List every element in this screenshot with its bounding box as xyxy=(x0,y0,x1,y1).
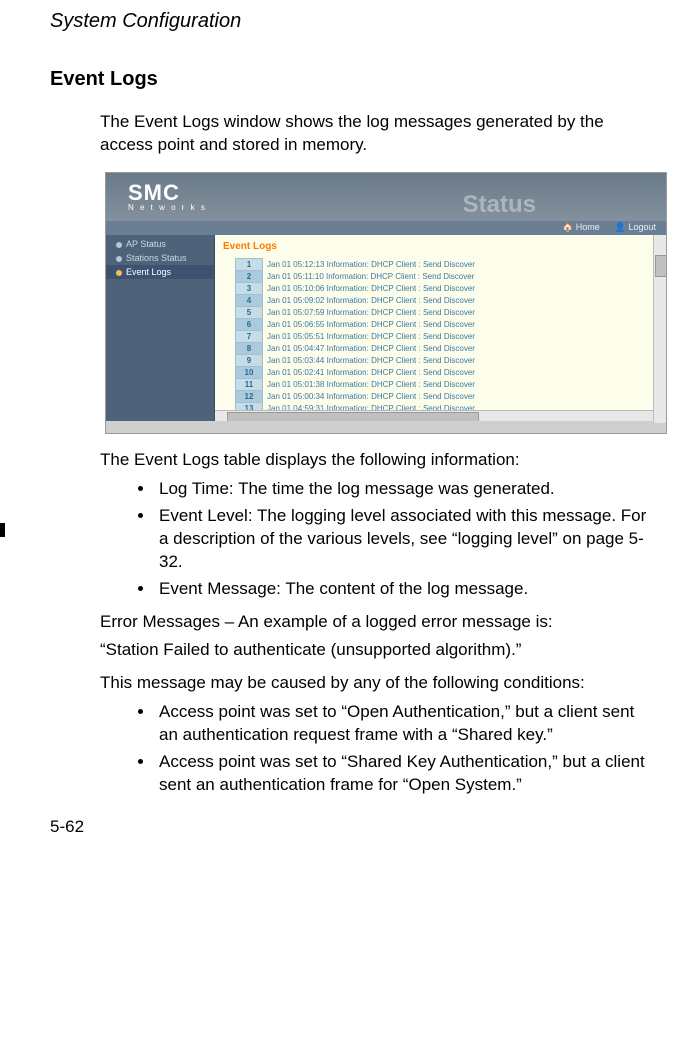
field-list: Log Time: The time the log message was g… xyxy=(50,478,653,601)
event-logs-table: 1Jan 01 05:12:13 Information: DHCP Clien… xyxy=(235,258,480,415)
row-msg: Jan 01 05:09:02 Information: DHCP Client… xyxy=(263,294,480,306)
change-bar xyxy=(0,523,5,537)
running-header: System Configuration xyxy=(50,10,653,33)
table-fields-intro: The Event Logs table displays the follow… xyxy=(100,449,653,472)
row-index: 12 xyxy=(236,390,263,402)
error-intro: Error Messages – An example of a logged … xyxy=(100,611,653,634)
h-scrollbar[interactable] xyxy=(215,410,654,421)
table-row: 11Jan 01 05:01:38 Information: DHCP Clie… xyxy=(236,378,480,390)
sidebar: AP Status Stations Status Event Logs xyxy=(106,235,215,421)
table-row: 4Jan 01 05:09:02 Information: DHCP Clien… xyxy=(236,294,480,306)
table-row: 12Jan 01 05:00:34 Information: DHCP Clie… xyxy=(236,390,480,402)
table-row: 6Jan 01 05:06:55 Information: DHCP Clien… xyxy=(236,318,480,330)
v-scrollbar[interactable] xyxy=(653,235,666,423)
row-msg: Jan 01 05:06:55 Information: DHCP Client… xyxy=(263,318,480,330)
row-msg: Jan 01 05:02:41 Information: DHCP Client… xyxy=(263,366,480,378)
list-item: Access point was set to “Open Authentica… xyxy=(155,701,653,747)
row-index: 6 xyxy=(236,318,263,330)
sidebar-item-event-logs[interactable]: Event Logs xyxy=(106,265,214,279)
logo-main-text: SMC xyxy=(128,183,207,203)
table-row: 2Jan 01 05:11:10 Information: DHCP Clien… xyxy=(236,270,480,282)
row-msg: Jan 01 05:07:59 Information: DHCP Client… xyxy=(263,306,480,318)
h-scrollbar-thumb[interactable] xyxy=(227,412,479,421)
list-item: Event Message: The content of the log me… xyxy=(155,578,653,601)
top-nav-bar: 🏠 Home 👤 Logout xyxy=(106,221,666,235)
list-item: Log Time: The time the log message was g… xyxy=(155,478,653,501)
table-row: 7Jan 01 05:05:51 Information: DHCP Clien… xyxy=(236,330,480,342)
row-msg: Jan 01 05:00:34 Information: DHCP Client… xyxy=(263,390,480,402)
nav-logout-link[interactable]: 👤 Logout xyxy=(615,222,656,233)
section-title: Event Logs xyxy=(50,68,653,91)
row-index: 11 xyxy=(236,378,263,390)
table-row: 9Jan 01 05:03:44 Information: DHCP Clien… xyxy=(236,354,480,366)
bullet-icon xyxy=(116,256,122,262)
table-row: 8Jan 01 05:04:47 Information: DHCP Clien… xyxy=(236,342,480,354)
row-index: 4 xyxy=(236,294,263,306)
list-item: Event Level: The logging level associate… xyxy=(155,505,653,574)
table-row: 3Jan 01 05:10:06 Information: DHCP Clien… xyxy=(236,282,480,294)
row-msg: Jan 01 05:05:51 Information: DHCP Client… xyxy=(263,330,480,342)
row-msg: Jan 01 05:03:44 Information: DHCP Client… xyxy=(263,354,480,366)
nav-home-link[interactable]: 🏠 Home xyxy=(562,222,600,233)
page-number: 5-62 xyxy=(50,817,653,837)
intro-paragraph: The Event Logs window shows the log mess… xyxy=(100,111,653,157)
ap-header: SMC N e t w o r k s Status 🏠 Home 👤 Logo… xyxy=(106,173,666,235)
table-row: 10Jan 01 05:02:41 Information: DHCP Clie… xyxy=(236,366,480,378)
screenshot-figure: SMC N e t w o r k s Status 🏠 Home 👤 Logo… xyxy=(105,172,667,434)
sidebar-item-stations-status[interactable]: Stations Status xyxy=(106,251,214,265)
row-index: 7 xyxy=(236,330,263,342)
row-index: 10 xyxy=(236,366,263,378)
row-index: 1 xyxy=(236,258,263,270)
row-msg: Jan 01 05:01:38 Information: DHCP Client… xyxy=(263,378,480,390)
table-row: 1Jan 01 05:12:13 Information: DHCP Clien… xyxy=(236,258,480,270)
row-index: 3 xyxy=(236,282,263,294)
row-index: 2 xyxy=(236,270,263,282)
row-index: 5 xyxy=(236,306,263,318)
logo-sub-text: N e t w o r k s xyxy=(128,203,207,212)
row-index: 9 xyxy=(236,354,263,366)
table-row: 5Jan 01 05:07:59 Information: DHCP Clien… xyxy=(236,306,480,318)
row-msg: Jan 01 05:11:10 Information: DHCP Client… xyxy=(263,270,480,282)
sidebar-item-ap-status[interactable]: AP Status xyxy=(106,237,214,251)
row-index: 8 xyxy=(236,342,263,354)
row-msg: Jan 01 05:12:13 Information: DHCP Client… xyxy=(263,258,480,270)
row-msg: Jan 01 05:04:47 Information: DHCP Client… xyxy=(263,342,480,354)
bullet-icon xyxy=(116,242,122,248)
header-status-word: Status xyxy=(463,191,536,219)
list-item: Access point was set to “Shared Key Auth… xyxy=(155,751,653,797)
error-example: “Station Failed to authenticate (unsuppo… xyxy=(100,639,653,662)
smc-logo: SMC N e t w o r k s xyxy=(128,183,207,212)
conditions-list: Access point was set to “Open Authentica… xyxy=(50,701,653,797)
main-panel: Event Logs 1Jan 01 05:12:13 Information:… xyxy=(215,235,666,421)
v-scrollbar-thumb[interactable] xyxy=(655,255,667,277)
panel-title: Event Logs xyxy=(215,235,666,256)
row-msg: Jan 01 05:10:06 Information: DHCP Client… xyxy=(263,282,480,294)
ap-body: AP Status Stations Status Event Logs Eve… xyxy=(106,235,666,421)
bullet-icon xyxy=(116,270,122,276)
conditions-intro: This message may be caused by any of the… xyxy=(100,672,653,695)
